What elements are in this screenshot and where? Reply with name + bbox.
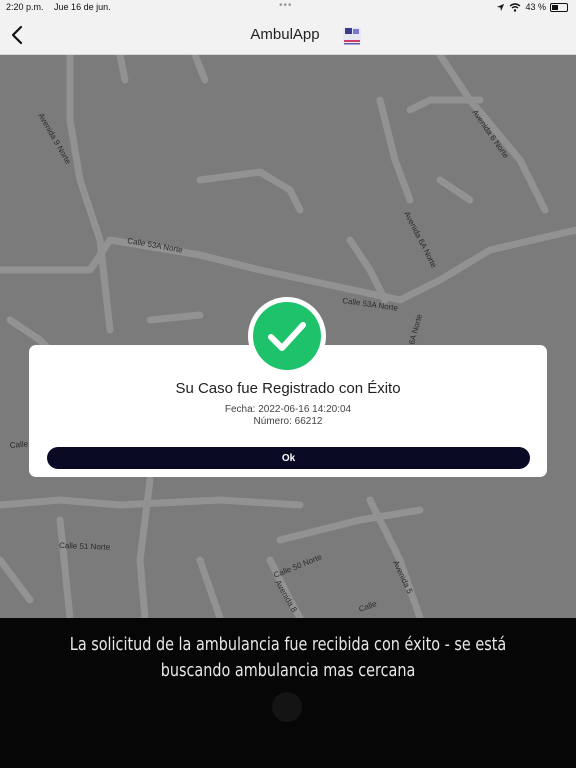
loading-indicator <box>272 692 302 722</box>
street-label: Avenida 6 Norte <box>470 108 511 160</box>
page-title: AmbulApp <box>250 26 320 43</box>
dialog-title: Su Caso fue Registrado con Éxito <box>175 380 401 397</box>
nav-bar: AmbulApp <box>0 16 576 55</box>
battery-percent: 43 % <box>525 2 546 12</box>
battery-fill <box>552 4 559 10</box>
street-label: Avenida 8 <box>273 579 299 615</box>
dialog-date: Fecha: 2022-06-16 14:20:04 <box>224 404 352 415</box>
notice-message: La solicitud de la ambulancia fue recibi… <box>69 634 507 681</box>
dialog-number: Número: 66212 <box>253 416 323 427</box>
status-date: Jue 16 de jun. <box>54 2 111 12</box>
status-time: 2:20 p.m. <box>6 2 44 12</box>
street-label: Calle 51 Norte <box>59 541 111 552</box>
wifi-icon <box>510 2 521 12</box>
street-label: Calle <box>9 439 28 450</box>
location-icon <box>497 3 505 11</box>
multitask-dots-icon[interactable]: ••• <box>279 0 293 11</box>
check-mark-icon <box>268 322 306 351</box>
street-label: 6A Norte <box>407 313 424 346</box>
battery-icon <box>550 2 568 12</box>
status-bar: 2:20 p.m. Jue 16 de jun. ••• 43 % <box>0 0 576 16</box>
street-label: Avenida 5 <box>391 559 414 595</box>
street-label: Calle 50 Norte <box>272 552 323 580</box>
street-label: Calle 53A Norte <box>127 236 184 255</box>
check-circle-icon <box>248 297 326 375</box>
ok-button[interactable]: Ok <box>47 447 530 469</box>
notice-overlay: La solicitud de la ambulancia fue recibi… <box>0 618 576 768</box>
street-label: Calle <box>358 599 379 614</box>
street-label: Avenida 6A Norte <box>402 210 438 270</box>
app-logo-icon <box>343 27 361 45</box>
